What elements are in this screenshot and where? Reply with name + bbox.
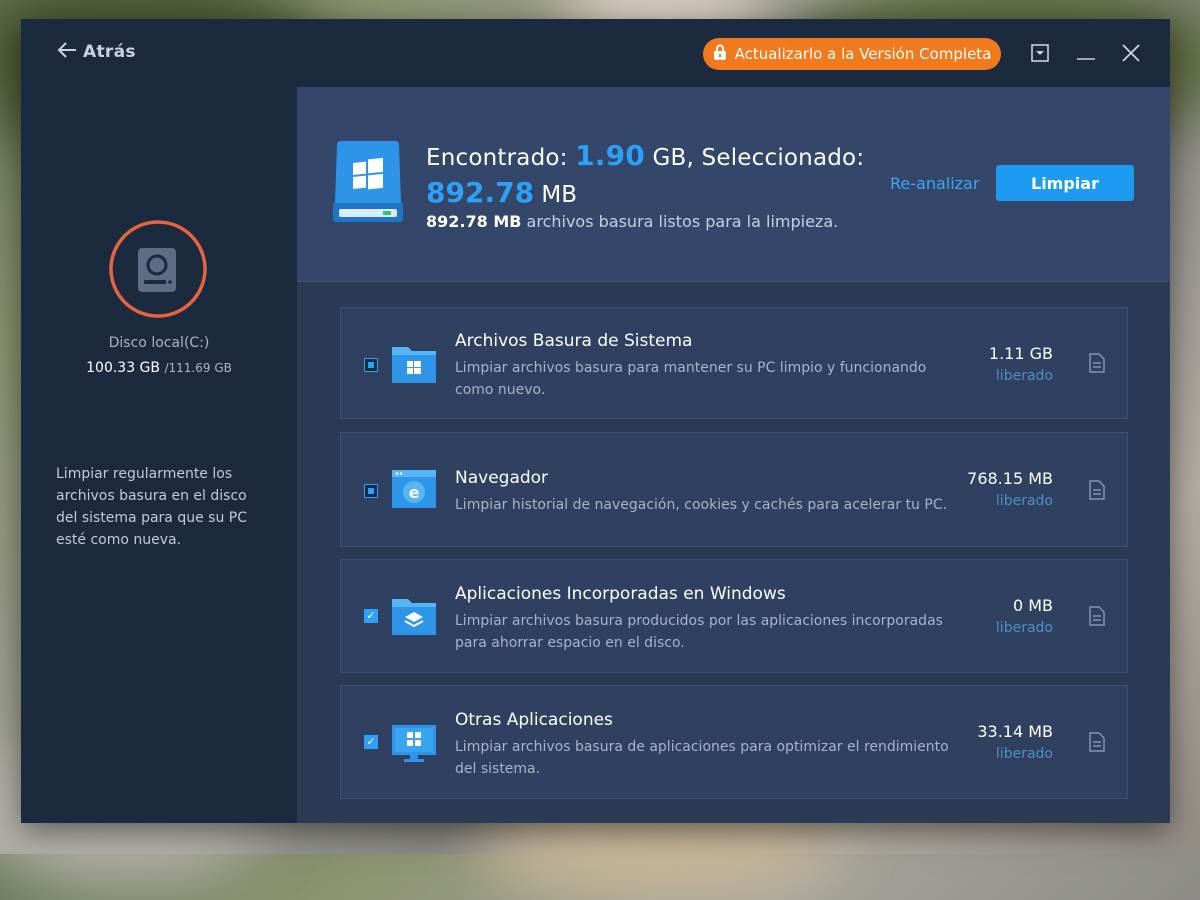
apps-monitor-icon (390, 723, 438, 767)
found-summary: Encontrado: 1.90 GB, Seleccionado: (426, 139, 864, 172)
category-description: Limpiar archivos basura producidos por l… (455, 613, 943, 651)
close-icon (1122, 44, 1140, 62)
details-icon[interactable] (1088, 353, 1106, 373)
main-panel: Encontrado: 1.90 GB, Seleccionado: 892.7… (297, 87, 1170, 823)
rescan-link[interactable]: Re-analizar (890, 174, 979, 193)
arrow-left-icon (57, 41, 77, 63)
minimize-icon (1077, 58, 1095, 60)
back-button[interactable]: Atrás (57, 41, 136, 63)
category-title: Aplicaciones Incorporadas en Windows (455, 584, 786, 604)
upgrade-button[interactable]: Actualizarlo a la Versión Completa (703, 38, 1001, 70)
disk-name: Disco local(C:) (108, 335, 210, 351)
category-size: 1.11 GB (988, 344, 1053, 363)
disk-total: /111.69 GB (164, 361, 232, 375)
category-system-junk[interactable]: Archivos Basura de Sistema Limpiar archi… (340, 307, 1128, 419)
back-label: Atrás (83, 42, 136, 62)
menu-dropdown-button[interactable] (1028, 41, 1052, 65)
disk-usage-ring (108, 219, 208, 319)
details-icon[interactable] (1088, 606, 1106, 626)
category-description: Limpiar archivos basura de aplicaciones … (455, 739, 949, 777)
selected-value: 892.78 (426, 176, 535, 209)
category-browser[interactable]: e Navegador Limpiar historial de navegac… (340, 432, 1128, 547)
windows-folder-icon (390, 341, 438, 389)
disk-used: 100.33 GB (86, 360, 161, 376)
category-checkbox[interactable]: ✓ (364, 609, 378, 623)
title-bar: Atrás Actualizarlo a la Versión Completa (21, 19, 1170, 87)
ready-value: 892.78 MB (426, 212, 522, 231)
category-freed-label: liberado (995, 368, 1053, 384)
layers-folder-icon (390, 593, 438, 641)
category-description: Limpiar archivos basura para mantener su… (455, 360, 927, 398)
ready-text: archivos basura listos para la limpieza. (526, 212, 839, 231)
selected-unit: MB (541, 182, 577, 208)
category-checkbox[interactable]: ✓ (364, 735, 378, 749)
scan-summary: Encontrado: 1.90 GB, Seleccionado: 892.7… (297, 87, 1170, 282)
category-builtin-apps[interactable]: ✓ Aplicaciones Incorporadas en Windows L… (340, 559, 1128, 673)
svg-text:e: e (409, 483, 420, 502)
selected-summary: 892.78 MB (426, 176, 577, 209)
app-window: Atrás Actualizarlo a la Versión Completa (21, 19, 1170, 823)
found-value: 1.90 (575, 139, 645, 172)
category-other-apps[interactable]: ✓ Otras Aplicaciones Limpiar archivos ba… (340, 685, 1128, 799)
category-size: 33.14 MB (977, 722, 1053, 741)
close-button[interactable] (1119, 41, 1143, 65)
category-title: Archivos Basura de Sistema (455, 331, 693, 351)
lock-icon (713, 44, 727, 64)
minimize-button[interactable] (1074, 41, 1098, 65)
found-unit: GB, Seleccionado: (652, 145, 865, 171)
category-title: Otras Aplicaciones (455, 710, 613, 730)
category-description: Limpiar historial de navegación, cookies… (455, 497, 948, 513)
upgrade-label: Actualizarlo a la Versión Completa (734, 45, 992, 63)
disk-usage: 100.33 GB /111.69 GB (21, 360, 297, 376)
found-label: Encontrado: (426, 145, 568, 171)
details-icon[interactable] (1088, 480, 1106, 500)
category-title: Navegador (455, 468, 549, 488)
category-size: 768.15 MB (967, 469, 1053, 488)
system-drive-icon (331, 139, 405, 227)
category-freed-label: liberado (995, 620, 1053, 636)
category-checkbox[interactable] (364, 484, 378, 498)
ready-summary: 892.78 MB archivos basura listos para la… (426, 212, 838, 231)
browser-icon: e (390, 468, 438, 514)
category-freed-label: liberado (995, 746, 1053, 762)
category-checkbox[interactable] (364, 358, 378, 372)
dropdown-menu-icon (1031, 44, 1049, 62)
category-size: 0 MB (1012, 596, 1053, 615)
sidebar: Disco local(C:) 100.33 GB /111.69 GB Lim… (21, 87, 297, 823)
cleanup-tip: Limpiar regularmente los archivos basura… (56, 466, 247, 548)
clean-button[interactable]: Limpiar (996, 165, 1134, 201)
details-icon[interactable] (1088, 732, 1106, 752)
category-freed-label: liberado (995, 493, 1053, 509)
